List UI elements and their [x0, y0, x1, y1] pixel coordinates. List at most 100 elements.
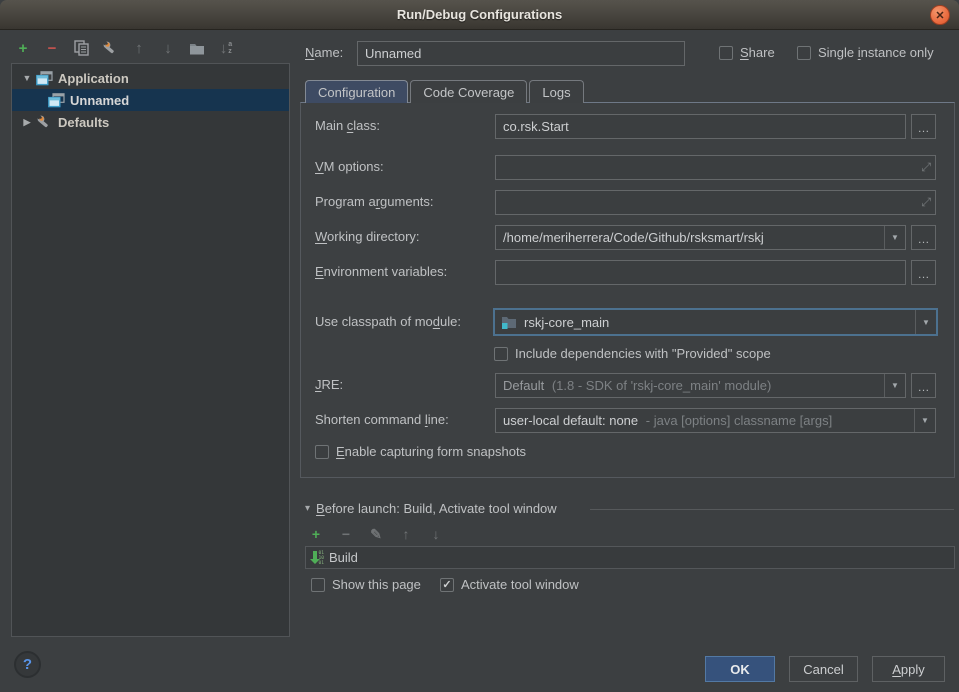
section-divider [590, 509, 954, 510]
tree-node-label: Application [58, 71, 129, 86]
move-down-icon[interactable]: ↓ [159, 39, 177, 57]
dialog-title: Run/Debug Configurations [397, 7, 562, 22]
shorten-hint: - java [options] classname [args] [642, 413, 832, 428]
run-debug-configurations-dialog: Run/Debug Configurations ✕ + − ↑ ↓ ↓ az … [0, 0, 959, 692]
jre-combo[interactable]: Default (1.8 - SDK of 'rskj-core_main' m… [495, 373, 906, 398]
activate-tool-window-checkbox[interactable]: ✓ [440, 578, 454, 592]
add-configuration-icon[interactable]: + [14, 39, 32, 57]
environment-variables-input[interactable] [496, 261, 905, 284]
vm-options-label: VM options: [315, 155, 384, 179]
capture-snapshots-checkbox[interactable] [315, 445, 329, 459]
include-provided-row: Include dependencies with "Provided" sco… [494, 346, 771, 361]
show-this-page-label: Show this page [332, 577, 421, 592]
dropdown-arrow-icon[interactable]: ▼ [884, 374, 905, 397]
application-icon [36, 71, 53, 86]
program-arguments-label: Program arguments: [315, 190, 434, 214]
show-this-page-row: Show this page [311, 577, 421, 592]
section-collapse-icon[interactable]: ▾ [305, 503, 310, 514]
module-value: rskj-core_main [517, 315, 915, 330]
task-up-icon[interactable]: ↑ [397, 525, 415, 543]
shorten-command-line-label: Shorten command line: [315, 408, 449, 432]
environment-variables-label: Environment variables: [315, 260, 447, 284]
tab-code-coverage[interactable]: Code Coverage [410, 80, 527, 103]
name-label: Name: [305, 41, 343, 65]
tab-logs[interactable]: Logs [529, 80, 583, 103]
tree-node-label: Unnamed [70, 93, 129, 108]
working-directory-label: Working directory: [315, 225, 420, 249]
working-directory-combo[interactable]: /home/meriherrera/Code/Github/rsksmart/r… [495, 225, 906, 250]
tab-bar: Configuration Code Coverage Logs [305, 80, 586, 103]
tab-configuration[interactable]: Configuration [305, 80, 408, 103]
title-bar[interactable]: Run/Debug Configurations ✕ [0, 0, 959, 30]
edit-defaults-wrench-icon[interactable] [101, 39, 119, 57]
close-icon[interactable]: ✕ [930, 5, 950, 25]
remove-task-icon[interactable]: − [337, 525, 355, 543]
module-label: Use classpath of module: [315, 310, 461, 334]
capture-snapshots-row: Enable capturing form snapshots [315, 444, 526, 459]
main-class-browse-button[interactable]: … [911, 114, 936, 139]
single-instance-checkbox-row: Single instance only [797, 45, 934, 60]
remove-configuration-icon[interactable]: − [43, 39, 61, 57]
expand-editor-icon[interactable]: ⤢ [921, 160, 931, 175]
show-this-page-checkbox[interactable] [311, 578, 325, 592]
apply-button[interactable]: Apply [872, 656, 945, 682]
tree-node-unnamed[interactable]: Unnamed [12, 89, 289, 111]
name-field-wrap [357, 41, 685, 66]
shorten-value: user-local default: none [503, 413, 638, 428]
svg-text:01: 01 [319, 560, 325, 566]
before-launch-task-build[interactable]: 01 10 01 Build [305, 546, 955, 569]
jre-value: Default [503, 378, 544, 393]
move-up-icon[interactable]: ↑ [130, 39, 148, 57]
configurations-tree: ▼ Application Unnamed ▶ Defaults [11, 63, 290, 637]
single-instance-checkbox[interactable] [797, 46, 811, 60]
edit-task-icon[interactable]: ✎ [367, 525, 385, 543]
ok-button[interactable]: OK [705, 656, 775, 682]
folder-icon[interactable] [188, 39, 206, 57]
build-task-label: Build [329, 550, 358, 565]
name-input[interactable] [358, 42, 684, 65]
working-directory-value: /home/meriherrera/Code/Github/rsksmart/r… [496, 230, 884, 245]
configurations-toolbar: + − ↑ ↓ ↓ az [14, 37, 235, 59]
before-launch-title: Before launch: Build, Activate tool wind… [316, 501, 557, 516]
before-launch-header[interactable]: ▾ Before launch: Build, Activate tool wi… [305, 501, 557, 516]
include-provided-checkbox[interactable] [494, 347, 508, 361]
dropdown-arrow-icon[interactable]: ▼ [884, 226, 905, 249]
tree-node-label: Defaults [58, 115, 109, 130]
module-combo[interactable]: rskj-core_main ▼ [493, 308, 938, 336]
vm-options-field-wrap: ⤢ [495, 155, 936, 180]
working-directory-browse-button[interactable]: … [911, 225, 936, 250]
copy-configuration-icon[interactable] [72, 39, 90, 57]
shorten-command-line-combo[interactable]: user-local default: none - java [options… [495, 408, 936, 433]
expand-editor-icon[interactable]: ⤢ [921, 195, 931, 210]
main-class-field-wrap [495, 114, 906, 139]
share-checkbox-row: Share [719, 45, 775, 60]
sort-alphabetically-icon[interactable]: ↓ az [217, 39, 235, 57]
capture-snapshots-label: Enable capturing form snapshots [336, 444, 526, 459]
cancel-button[interactable]: Cancel [789, 656, 858, 682]
activate-tool-window-label: Activate tool window [461, 577, 579, 592]
help-icon[interactable]: ? [14, 651, 41, 678]
task-down-icon[interactable]: ↓ [427, 525, 445, 543]
tree-expanded-icon[interactable]: ▼ [21, 73, 33, 83]
main-class-input[interactable] [496, 115, 905, 138]
program-arguments-input[interactable] [496, 191, 935, 214]
before-launch-toolbar: + − ✎ ↑ ↓ [307, 525, 445, 543]
environment-variables-browse-button[interactable]: … [911, 260, 936, 285]
dropdown-arrow-icon[interactable]: ▼ [914, 409, 935, 432]
tree-collapsed-icon[interactable]: ▶ [21, 117, 33, 128]
share-label: Share [740, 45, 775, 60]
tree-node-defaults[interactable]: ▶ Defaults [12, 111, 289, 133]
jre-label: JRE: [315, 373, 343, 397]
add-task-icon[interactable]: + [307, 525, 325, 543]
jre-browse-button[interactable]: … [911, 373, 936, 398]
defaults-wrench-icon [36, 114, 53, 130]
share-checkbox[interactable] [719, 46, 733, 60]
application-icon [48, 93, 65, 108]
dropdown-arrow-icon[interactable]: ▼ [915, 310, 936, 334]
vm-options-input[interactable] [496, 156, 935, 179]
include-provided-label: Include dependencies with "Provided" sco… [515, 346, 771, 361]
build-icon: 01 10 01 [309, 549, 325, 566]
program-arguments-field-wrap: ⤢ [495, 190, 936, 215]
tree-node-application[interactable]: ▼ Application [12, 67, 289, 89]
main-class-label: Main class: [315, 114, 380, 138]
